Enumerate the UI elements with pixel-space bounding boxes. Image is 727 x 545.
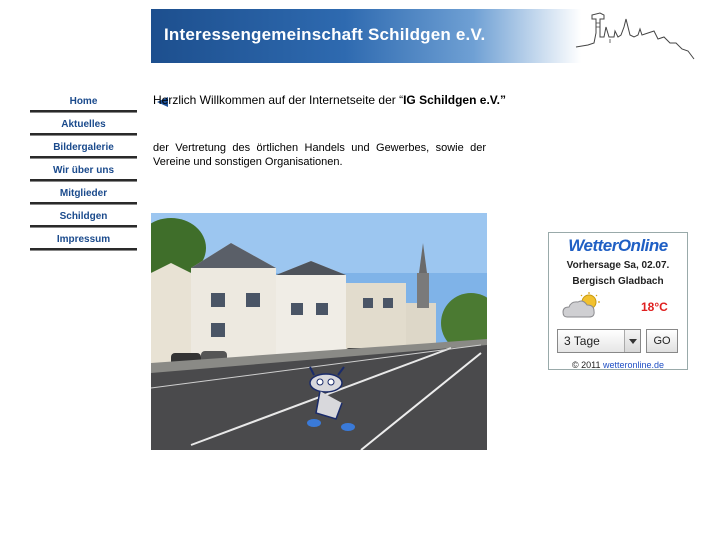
nav-label-aktuelles[interactable]: Aktuelles — [30, 119, 137, 130]
chevron-down-icon[interactable] — [624, 330, 640, 352]
nav-item-bildergalerie[interactable]: Bildergalerie — [30, 140, 140, 163]
forecast-days-select[interactable]: 3 Tage — [557, 329, 641, 353]
nav-underline — [30, 110, 137, 113]
weather-city: Bergisch Gladbach — [572, 276, 664, 287]
nav-label-schildgen[interactable]: Schildgen — [30, 211, 137, 222]
welcome-prefix: Herzlich Willkommen auf der Internetseit… — [153, 93, 404, 107]
nav-underline — [30, 179, 137, 182]
welcome-text: Herzlich Willkommen auf der Internetseit… — [153, 93, 506, 107]
nav-label-bildergalerie[interactable]: Bildergalerie — [30, 142, 137, 153]
wetteronline-link[interactable]: wetteronline.de — [603, 360, 664, 369]
weather-widget: WetterOnline Vorhersage Sa, 02.07. Bergi… — [548, 232, 688, 370]
street-photo — [151, 213, 487, 450]
sun-cloud-icon — [562, 292, 600, 318]
weather-temperature: 18°C — [641, 300, 668, 314]
welcome-org-name: IG Schildgen e.V.” — [403, 93, 507, 107]
header-banner: Interessengemeinschaft Schildgen e.V. — [151, 9, 581, 63]
site-title: Interessengemeinschaft Schildgen e.V. — [164, 25, 486, 44]
nav-label-impressum[interactable]: Impressum — [30, 234, 137, 245]
nav-item-impressum[interactable]: Impressum — [30, 232, 140, 255]
nav-item-aktuelles[interactable]: Aktuelles — [30, 117, 140, 140]
weather-copyright: © 2011 wetteronline.de — [549, 360, 687, 370]
town-skyline-icon — [575, 12, 695, 60]
nav-underline — [30, 225, 137, 228]
forecast-days-value: 3 Tage — [564, 334, 600, 348]
nav-item-wir-ueber-uns[interactable]: Wir über uns — [30, 163, 140, 186]
nav-item-schildgen[interactable]: Schildgen — [30, 209, 140, 232]
weather-brand[interactable]: WetterOnline — [549, 236, 687, 256]
intro-paragraph: der Vertretung des örtlichen Handels und… — [153, 142, 486, 168]
copyright-text: © 2011 — [571, 360, 601, 370]
nav-underline — [30, 156, 137, 159]
nav-label-mitglieder[interactable]: Mitglieder — [30, 188, 137, 199]
nav-label-wir-ueber-uns[interactable]: Wir über uns — [30, 165, 137, 176]
nav-underline — [30, 202, 137, 205]
weather-forecast-date: Vorhersage Sa, 02.07. — [566, 260, 670, 271]
go-button[interactable]: GO — [646, 329, 678, 353]
nav-label-home[interactable]: Home — [30, 96, 137, 107]
nav-item-mitglieder[interactable]: Mitglieder — [30, 186, 140, 209]
nav-underline — [30, 133, 137, 136]
nav-item-home[interactable]: Home — [30, 94, 168, 117]
sidebar-nav: Home Aktuelles Bildergalerie Wir über un… — [30, 94, 168, 255]
nav-underline — [30, 248, 137, 251]
